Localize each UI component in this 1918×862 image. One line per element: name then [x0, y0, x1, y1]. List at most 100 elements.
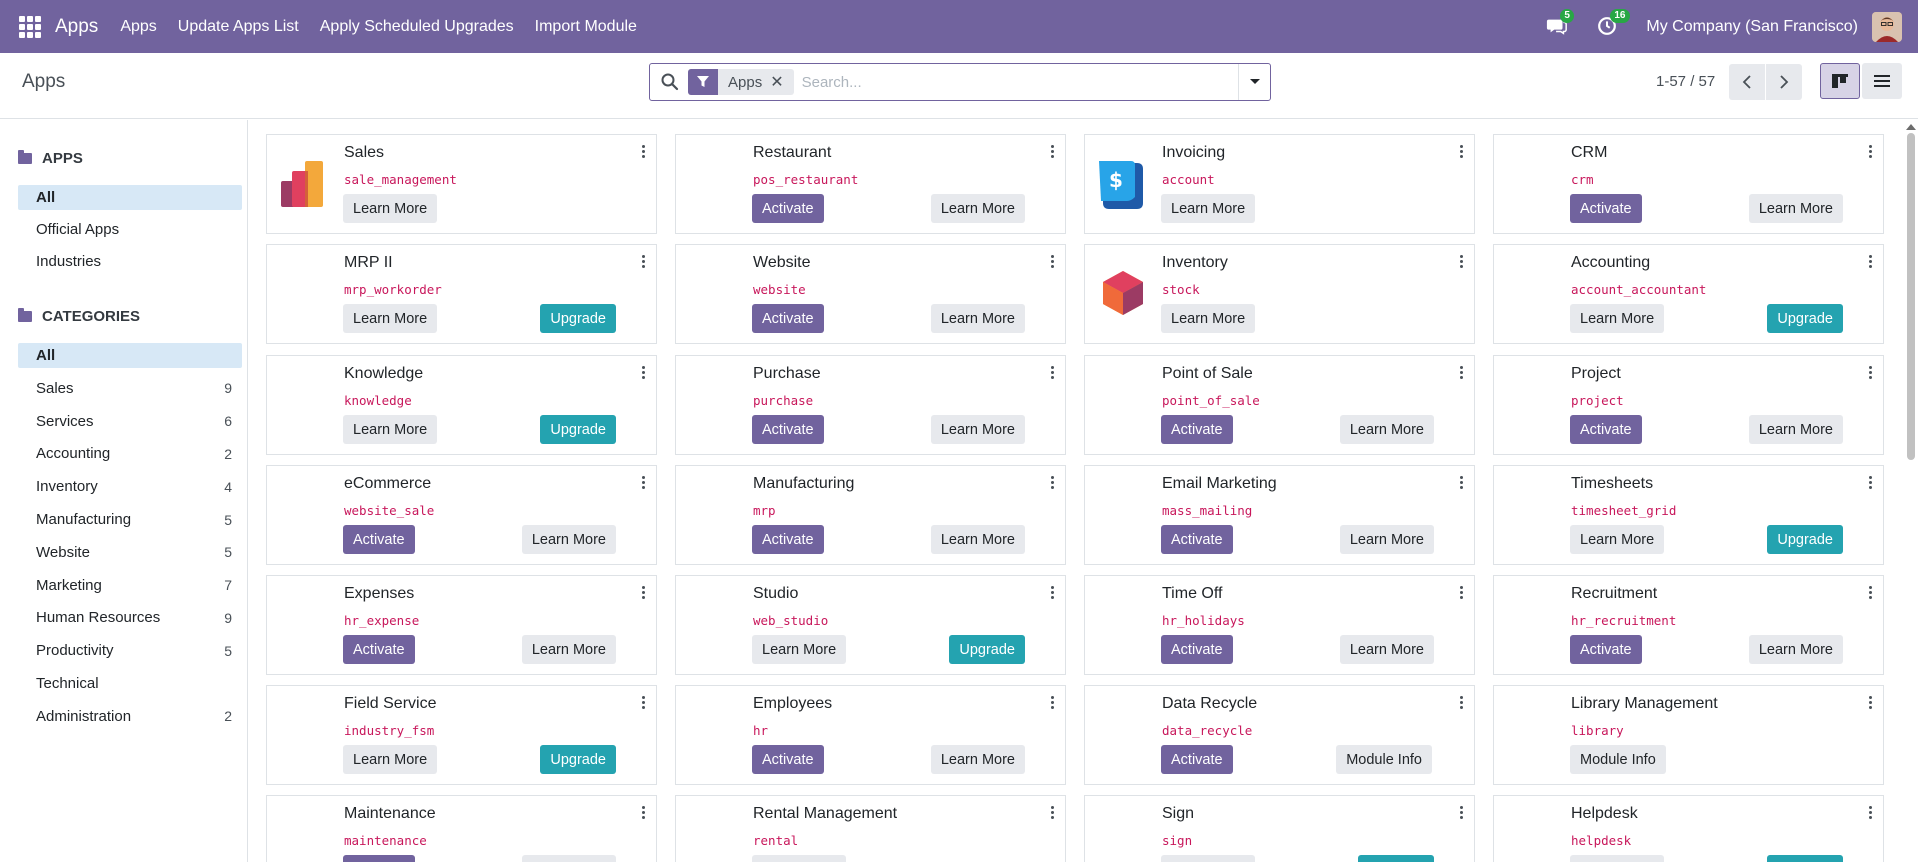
learn-more-button[interactable]: Learn More — [1161, 855, 1256, 862]
activate-button[interactable]: Activate — [1570, 194, 1642, 223]
kebab-menu-icon[interactable] — [1460, 476, 1464, 491]
upgrade-button[interactable]: Upgrade — [540, 745, 616, 774]
company-switcher[interactable]: My Company (San Francisco) — [1646, 18, 1858, 36]
kebab-menu-icon[interactable] — [1869, 586, 1873, 601]
learn-more-button[interactable]: Learn More — [1570, 855, 1665, 862]
scrollbar-thumb[interactable] — [1907, 133, 1915, 460]
category-inventory[interactable]: Inventory 4 — [18, 474, 242, 499]
apps-filter-official[interactable]: Official Apps — [18, 217, 242, 242]
activate-button[interactable]: Activate — [752, 304, 824, 333]
upgrade-button[interactable]: Upgrade — [540, 304, 616, 333]
search-icon[interactable] — [660, 72, 680, 92]
app-card-sign[interactable]: Sign sign Learn More Upgrade — [1084, 795, 1475, 862]
category-technical[interactable]: Technical — [18, 671, 242, 696]
upgrade-button[interactable]: Upgrade — [1767, 855, 1843, 862]
search-options-toggle[interactable] — [1238, 64, 1270, 100]
app-card-library[interactable]: Library Management library Module Info — [1493, 685, 1884, 785]
activate-button[interactable]: Activate — [752, 194, 824, 223]
kebab-menu-icon[interactable] — [642, 476, 646, 491]
app-menu-grid-icon[interactable] — [19, 15, 41, 38]
kebab-menu-icon[interactable] — [1460, 806, 1464, 821]
user-avatar[interactable] — [1872, 11, 1902, 42]
app-card-website-sale[interactable]: eCommerce website_sale Activate Learn More — [266, 465, 657, 565]
activate-button[interactable]: Activate — [1161, 745, 1233, 774]
menu-apply-scheduled-upgrades[interactable]: Apply Scheduled Upgrades — [320, 18, 514, 36]
app-card-helpdesk[interactable]: Helpdesk helpdesk Learn More Upgrade — [1493, 795, 1884, 862]
activate-button[interactable]: Activate — [1161, 635, 1233, 664]
kebab-menu-icon[interactable] — [1460, 145, 1464, 160]
activate-button[interactable]: Activate — [1161, 525, 1233, 554]
learn-more-button[interactable]: Learn More — [1570, 525, 1665, 554]
kebab-menu-icon[interactable] — [1051, 366, 1055, 381]
navbar-brand[interactable]: Apps — [55, 16, 98, 38]
app-card-hr-holidays[interactable]: Time Off hr_holidays Activate Learn More — [1084, 575, 1475, 675]
learn-more-button[interactable]: Learn More — [1339, 525, 1434, 554]
app-card-point-of-sale[interactable]: Point of Sale point_of_sale Activate Learn … — [1084, 355, 1475, 455]
upgrade-button[interactable]: Upgrade — [540, 415, 616, 444]
learn-more-button[interactable]: Learn More — [1339, 415, 1434, 444]
list-view-button[interactable] — [1862, 63, 1902, 99]
app-card-mrp-workorder[interactable]: MRP II mrp_workorder Learn More Upgrade — [266, 244, 657, 344]
category-human-resources[interactable]: Human Resources 9 — [18, 605, 242, 630]
kebab-menu-icon[interactable] — [642, 366, 646, 381]
app-card-data-recycle[interactable]: Data Recycle data_recycle Activate Module I… — [1084, 685, 1475, 785]
kebab-menu-icon[interactable] — [1869, 806, 1873, 821]
activate-button[interactable]: Activate — [1161, 415, 1233, 444]
app-card-hr-expense[interactable]: Expenses hr_expense Activate Learn More — [266, 575, 657, 675]
kebab-menu-icon[interactable] — [1051, 476, 1055, 491]
category-productivity[interactable]: Productivity 5 — [18, 638, 242, 663]
activate-button[interactable]: Activate — [752, 415, 824, 444]
learn-more-button[interactable]: Learn More — [930, 304, 1025, 333]
category-sales[interactable]: Sales 9 — [18, 376, 242, 401]
kebab-menu-icon[interactable] — [642, 806, 646, 821]
kebab-menu-icon[interactable] — [642, 586, 646, 601]
module-info-button[interactable]: Module Info — [1570, 745, 1666, 774]
kebab-menu-icon[interactable] — [642, 255, 646, 270]
app-card-mrp[interactable]: Manufacturing mrp Activate Learn More — [675, 465, 1066, 565]
messages-button[interactable]: 5 — [1546, 8, 1574, 39]
category-accounting[interactable]: Accounting 2 — [18, 441, 242, 466]
category-all[interactable]: All — [18, 343, 242, 368]
search-input[interactable] — [801, 73, 1238, 91]
kebab-menu-icon[interactable] — [1051, 145, 1055, 160]
kebab-menu-icon[interactable] — [1051, 806, 1055, 821]
category-administration[interactable]: Administration 2 — [18, 704, 242, 729]
learn-more-button[interactable]: Learn More — [521, 525, 616, 554]
app-card-crm[interactable]: CRM crm Activate Learn More — [1493, 134, 1884, 234]
upgrade-button[interactable]: Upgrade — [1358, 855, 1434, 862]
kebab-menu-icon[interactable] — [1869, 366, 1873, 381]
activate-button[interactable]: Activate — [1570, 635, 1642, 664]
learn-more-button[interactable]: Learn More — [1748, 635, 1843, 664]
kebab-menu-icon[interactable] — [1460, 696, 1464, 711]
kebab-menu-icon[interactable] — [1460, 366, 1464, 381]
learn-more-button[interactable]: Learn More — [930, 525, 1025, 554]
learn-more-button[interactable]: Learn More — [752, 855, 847, 862]
activate-button[interactable]: Activate — [343, 855, 415, 862]
learn-more-button[interactable]: Learn More — [343, 194, 438, 223]
category-marketing[interactable]: Marketing 7 — [18, 573, 242, 598]
app-card-rental[interactable]: Rental Management rental Learn More — [675, 795, 1066, 862]
menu-apps[interactable]: Apps — [120, 18, 156, 36]
learn-more-button[interactable]: Learn More — [1748, 415, 1843, 444]
app-card-website[interactable]: Website website Activate Learn More — [675, 244, 1066, 344]
activate-button[interactable]: Activate — [752, 745, 824, 774]
learn-more-button[interactable]: Learn More — [752, 635, 847, 664]
app-card-hr-recruitment[interactable]: Recruitment hr_recruitment Activate Learn M… — [1493, 575, 1884, 675]
facet-remove-icon[interactable]: ✕ — [770, 72, 793, 92]
learn-more-button[interactable]: Learn More — [521, 635, 616, 664]
activate-button[interactable]: Activate — [343, 635, 415, 664]
app-card-pos-restaurant[interactable]: Restaurant pos_restaurant Activate Learn Mo… — [675, 134, 1066, 234]
app-card-timesheet-grid[interactable]: Timesheets timesheet_grid Learn More Upgrad… — [1493, 465, 1884, 565]
kebab-menu-icon[interactable] — [1869, 145, 1873, 160]
app-card-purchase[interactable]: Purchase purchase Activate Learn More — [675, 355, 1066, 455]
learn-more-button[interactable]: Learn More — [1748, 194, 1843, 223]
category-manufacturing[interactable]: Manufacturing 5 — [18, 507, 242, 532]
menu-update-apps-list[interactable]: Update Apps List — [178, 18, 299, 36]
kebab-menu-icon[interactable] — [1869, 255, 1873, 270]
app-card-knowledge[interactable]: Knowledge knowledge Learn More Upgrade — [266, 355, 657, 455]
app-card-project[interactable]: Project project Activate Learn More — [1493, 355, 1884, 455]
kebab-menu-icon[interactable] — [1460, 586, 1464, 601]
menu-import-module[interactable]: Import Module — [535, 18, 637, 36]
app-card-mass-mailing[interactable]: Email Marketing mass_mailing Activate Learn… — [1084, 465, 1475, 565]
activate-button[interactable]: Activate — [343, 525, 415, 554]
